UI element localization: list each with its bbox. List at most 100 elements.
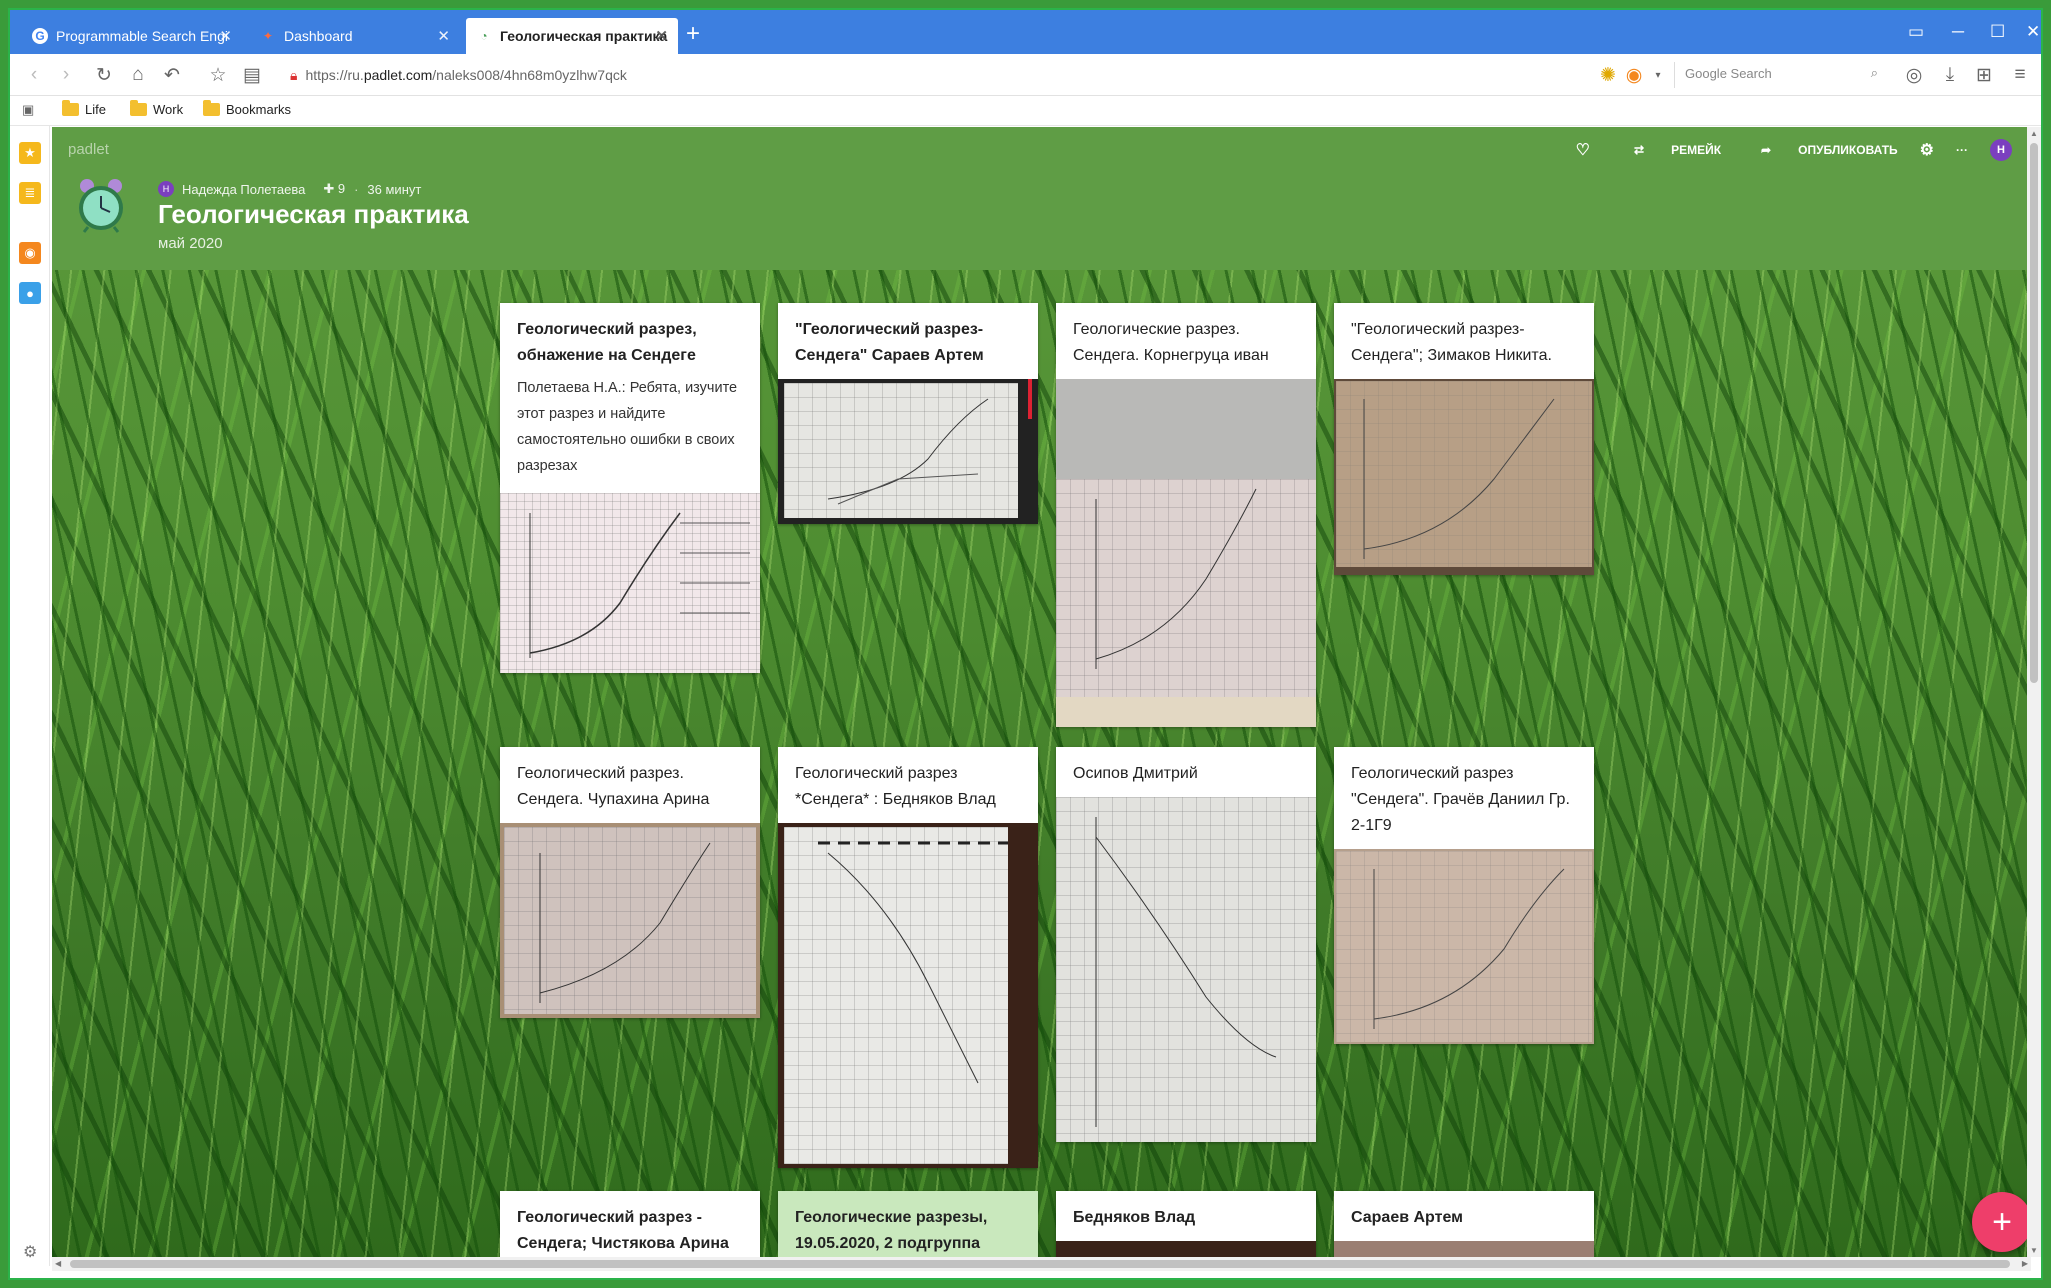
close-icon[interactable]: ✕: [219, 27, 232, 45]
post-card[interactable]: Геологический разрез - Сендега; Чистяков…: [500, 1191, 760, 1257]
url-domain: padlet.com: [363, 67, 433, 83]
section-sketch: [1373, 868, 1565, 1029]
post-title: Бедняков Влад: [1073, 1209, 1196, 1226]
post-card[interactable]: Бедняков Влад: [1056, 1191, 1316, 1257]
scroll-thumb[interactable]: [2030, 143, 2038, 683]
avatar[interactable]: Н: [1990, 139, 2012, 161]
bookmarks-star-icon[interactable]: ★: [19, 142, 41, 164]
post-image[interactable]: [500, 823, 760, 1018]
url-bar[interactable]: 🔒︎ https://ru. padlet.com/naleks008/4hn68…: [290, 61, 1590, 89]
scroll-down-icon[interactable]: ▼: [2030, 1246, 2038, 1255]
post-card[interactable]: Геологические разрезы, 19.05.2020, 2 под…: [778, 1191, 1038, 1257]
tile-icon[interactable]: ▭: [1908, 22, 1924, 42]
chat-icon[interactable]: ●: [19, 282, 41, 304]
post-image[interactable]: [1056, 797, 1316, 1142]
post-card[interactable]: Геологический разрез "Сендега". Грачёв Д…: [1334, 747, 1594, 1044]
section-sketch: [1095, 817, 1277, 1127]
tab-programmable-search[interactable]: G Programmable Search Engi ✕: [22, 18, 242, 54]
extensions-icon[interactable]: ⊞: [1972, 63, 1996, 87]
post-title: Сараев Артем: [1351, 1209, 1463, 1226]
post-title: Геологический разрез. Сендега. Чупахина …: [517, 765, 710, 808]
post-image[interactable]: [1056, 379, 1316, 727]
notes-icon[interactable]: ≣: [19, 182, 41, 204]
close-window-icon[interactable]: ✕: [2026, 22, 2040, 42]
section-sketch: [539, 842, 711, 1003]
post-image[interactable]: [1334, 1241, 1594, 1257]
post-card[interactable]: Геологический разрез. Сендега. Чупахина …: [500, 747, 760, 1018]
more-button[interactable]: ···: [1956, 143, 1968, 157]
post-title: Геологический разрез "Сендега". Грачёв Д…: [1351, 765, 1570, 834]
bookmark-bookmarks[interactable]: Bookmarks: [203, 100, 291, 117]
post-image[interactable]: [1334, 379, 1594, 575]
post-card[interactable]: "Геологический разрез-Сендега"; Зимаков …: [1334, 303, 1594, 575]
back-icon[interactable]: ‹: [22, 63, 46, 87]
post-card[interactable]: Геологический разрез *Сендега* : Бедняко…: [778, 747, 1038, 1168]
home-icon[interactable]: ⌂: [126, 63, 150, 87]
undo-icon[interactable]: ↶: [160, 63, 184, 87]
sidebar-toggle-icon[interactable]: ▣: [22, 102, 34, 118]
new-tab-button[interactable]: +: [686, 20, 700, 48]
feeds-icon[interactable]: ◉: [19, 242, 41, 264]
likes-count: ✚ 9: [323, 181, 346, 196]
tab-label: Programmable Search Engi: [56, 28, 228, 44]
heart-icon[interactable]: ♡: [1576, 140, 1590, 160]
reload-icon[interactable]: ↻: [92, 63, 116, 87]
share-icon: ➦: [1761, 143, 1772, 157]
post-image[interactable]: [500, 493, 760, 673]
author-name[interactable]: Надежда Полетаева: [182, 182, 305, 197]
post-card[interactable]: "Геологический разрез-Сендега" Сараев Ар…: [778, 303, 1038, 524]
panel-settings-icon[interactable]: ⚙: [23, 1242, 37, 1262]
minimize-icon[interactable]: ─: [1952, 22, 1964, 42]
settings-icon[interactable]: ⚙: [1920, 140, 1934, 160]
bookmarks-bar: ▣ Life Work Bookmarks: [10, 96, 2041, 126]
bookmark-life[interactable]: Life: [62, 100, 106, 117]
vertical-scrollbar[interactable]: ▲ ▼: [2027, 127, 2041, 1257]
post-image[interactable]: [1056, 1241, 1316, 1257]
maximize-icon[interactable]: ☐: [1990, 22, 2005, 42]
padlet-board: padlet ♡ ⇄ РЕМЕЙК ➦ ОПУБЛИКОВАТЬ ⚙ ··· Н: [52, 127, 2032, 1257]
post-title: Геологические разрез. Сендега. Корнегруц…: [1073, 321, 1269, 364]
rss-icon[interactable]: ◉: [1622, 63, 1646, 87]
download-icon[interactable]: ⤓: [1938, 63, 1962, 87]
post-card[interactable]: Сараев Артем: [1334, 1191, 1594, 1257]
forward-icon[interactable]: ›: [54, 63, 78, 87]
scroll-right-icon[interactable]: ▶: [2022, 1259, 2028, 1268]
section-sketch: [1363, 398, 1555, 559]
tab-dashboard[interactable]: ✦ Dashboard ✕: [250, 18, 460, 54]
post-title: Геологический разрез, обнажение на Сенде…: [517, 321, 697, 364]
bookmark-work[interactable]: Work: [130, 100, 183, 117]
alarm-clock-icon: [79, 179, 123, 233]
remake-button[interactable]: ⇄ РЕМЕЙК: [1612, 143, 1721, 157]
remake-label: РЕМЕЙК: [1671, 143, 1722, 157]
post-card[interactable]: Геологический разрез, обнажение на Сенде…: [500, 303, 760, 673]
post-card[interactable]: Геологические разрез. Сендега. Корнегруц…: [1056, 303, 1316, 727]
notification-icon[interactable]: ◎: [1902, 63, 1926, 87]
reader-icon[interactable]: ▤: [240, 63, 264, 87]
close-icon[interactable]: ✕: [437, 27, 450, 45]
post-image[interactable]: [1334, 849, 1594, 1044]
padlet-brand[interactable]: padlet: [68, 141, 109, 158]
search-input[interactable]: Google Search ⌕: [1674, 62, 1884, 88]
scroll-left-icon[interactable]: ◀: [55, 1259, 61, 1268]
add-post-button[interactable]: +: [1972, 1192, 2032, 1252]
padlet-icon: ◔: [480, 29, 488, 43]
menu-icon[interactable]: ≡: [2008, 63, 2032, 87]
nav-bar: ‹ › ↻ ⌂ ↶ ☆ ▤ 🔒︎ https://ru. padlet.com/n…: [10, 54, 2041, 96]
scroll-thumb[interactable]: [70, 1260, 2010, 1268]
publish-label: ОПУБЛИКОВАТЬ: [1798, 143, 1898, 157]
close-icon[interactable]: ✕: [655, 27, 668, 45]
extension-icon[interactable]: ✺: [1596, 63, 1620, 87]
post-image[interactable]: [778, 823, 1038, 1168]
post-title: Геологический разрез - Сендега; Чистяков…: [517, 1209, 729, 1252]
post-card[interactable]: Осипов Дмитрий: [1056, 747, 1316, 1142]
horizontal-scrollbar[interactable]: ◀ ▶: [52, 1257, 2031, 1271]
publish-button[interactable]: ➦ ОПУБЛИКОВАТЬ: [1739, 143, 1898, 157]
tab-label: Dashboard: [284, 28, 353, 44]
dropdown-icon[interactable]: ▾: [1646, 63, 1670, 87]
tab-padlet[interactable]: ◔ Геологическая практика ✕: [466, 18, 678, 54]
star-icon[interactable]: ☆: [206, 63, 230, 87]
url-prefix: https://ru.: [305, 67, 364, 83]
post-image[interactable]: [778, 379, 1038, 524]
scroll-up-icon[interactable]: ▲: [2030, 129, 2038, 138]
search-icon[interactable]: ⌕: [1871, 65, 1878, 81]
